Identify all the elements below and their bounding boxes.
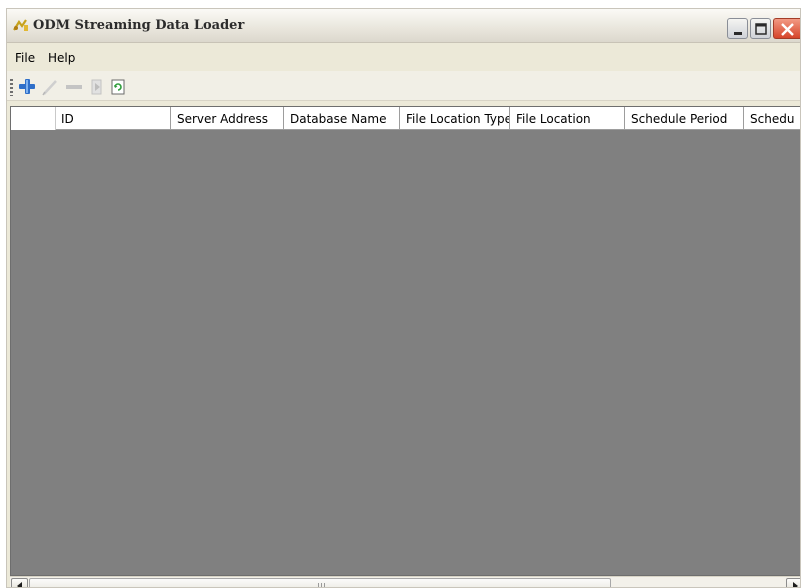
minimize-icon [734,32,742,35]
pencil-icon [42,80,57,96]
title-bar[interactable]: ODM Streaming Data Loader [7,9,800,43]
scrollbar-grip [318,583,325,587]
menu-help[interactable]: Help [48,51,75,65]
scrollbar-thumb[interactable] [29,578,611,587]
data-grid[interactable]: ID Server Address Database Name File Loc… [10,106,800,576]
horizontal-scrollbar[interactable] [10,576,800,587]
column-header-id[interactable]: ID [56,107,171,130]
edit-button[interactable] [41,77,61,97]
toolbar [7,71,800,101]
main-window: ODM Streaming Data Loader File Help ID S… [6,8,801,588]
run-icon [91,79,102,95]
menu-file[interactable]: File [15,51,35,65]
close-button[interactable] [773,18,800,39]
menu-bar: File Help [7,44,800,71]
grid-header: ID Server Address Database Name File Loc… [11,107,800,130]
window-title: ODM Streaming Data Loader [33,18,245,33]
run-button[interactable] [88,77,108,97]
minus-icon [66,85,82,89]
scroll-right-button[interactable] [786,578,800,587]
column-header-file-location-type[interactable]: File Location Type [401,107,510,130]
column-header-schedule[interactable]: Schedu [745,107,800,130]
column-header-schedule-period[interactable]: Schedule Period [626,107,744,130]
column-header-server-address[interactable]: Server Address [172,107,284,130]
toolbar-grip[interactable] [10,79,13,96]
remove-button[interactable] [64,77,84,97]
column-header-database-name[interactable]: Database Name [285,107,400,130]
app-icon [13,19,29,33]
scroll-left-button[interactable] [11,578,28,587]
column-header-file-location[interactable]: File Location [511,107,625,130]
maximize-button[interactable] [750,18,771,39]
refresh-icon [111,79,125,95]
refresh-button[interactable] [109,77,129,97]
minimize-button[interactable] [727,18,748,39]
maximize-icon [755,23,767,35]
row-header-corner[interactable] [11,107,56,130]
add-button[interactable] [17,77,37,97]
plus-icon [19,79,35,94]
close-icon [781,23,794,36]
